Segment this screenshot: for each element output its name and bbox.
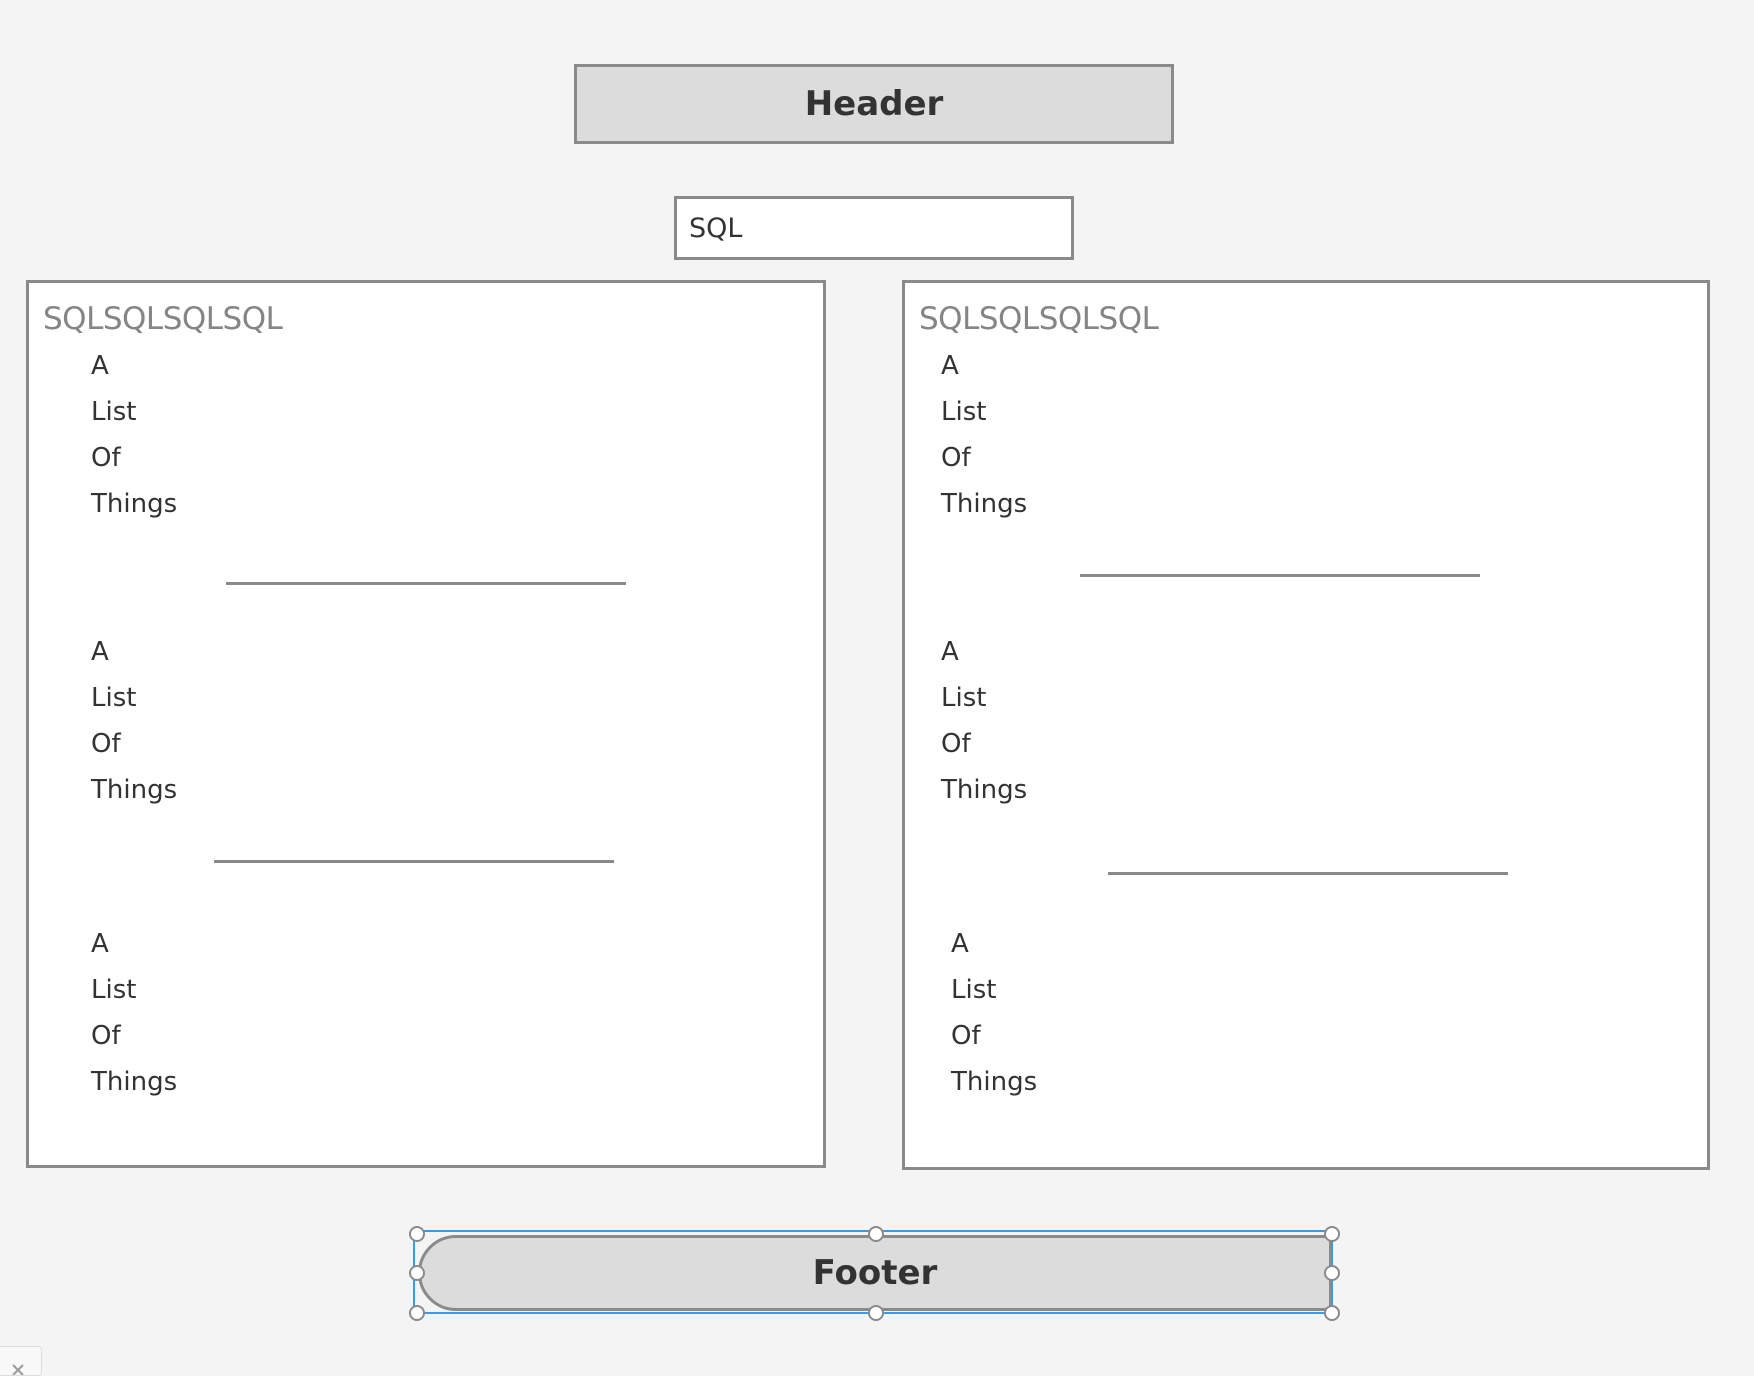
- list-group: A List Of Things: [941, 629, 1027, 813]
- list-panel-left: SQLSQLSQLSQL A List Of Things A List Of …: [26, 280, 826, 1168]
- resize-handle-top[interactable]: [868, 1226, 884, 1242]
- resize-handle-right[interactable]: [1324, 1265, 1340, 1281]
- list-item: Of: [91, 1021, 121, 1051]
- resize-handle-top-left[interactable]: [409, 1226, 425, 1242]
- list-group: A List Of Things: [91, 343, 177, 527]
- list-item: Of: [91, 443, 121, 473]
- list-item: A: [91, 351, 109, 381]
- divider-line: [1080, 574, 1480, 577]
- list-item: Things: [941, 489, 1028, 519]
- divider-line: [214, 860, 614, 863]
- list-item: List: [91, 397, 137, 427]
- divider-line: [1108, 872, 1508, 875]
- list-item: Things: [91, 1067, 178, 1097]
- resize-handle-top-right[interactable]: [1324, 1226, 1340, 1242]
- list-group: A List Of Things: [91, 629, 177, 813]
- list-group: A List Of Things: [91, 921, 177, 1105]
- list-item: Of: [941, 729, 971, 759]
- list-group: A List Of Things: [941, 343, 1027, 527]
- divider-line: [226, 582, 626, 585]
- list-item: Of: [941, 443, 971, 473]
- resize-handle-bottom-left[interactable]: [409, 1305, 425, 1321]
- list-panel-right: SQLSQLSQLSQL A List Of Things A List Of …: [902, 280, 1710, 1170]
- list-item: A: [941, 351, 959, 381]
- header-label: Header: [804, 84, 944, 124]
- list-item: Things: [941, 775, 1028, 805]
- sql-input[interactable]: [674, 196, 1074, 260]
- list-item: A: [951, 929, 969, 959]
- list-item: Things: [91, 775, 178, 805]
- selection-frame: [413, 1230, 1333, 1314]
- list-item: Of: [91, 729, 121, 759]
- list-item: List: [91, 683, 137, 713]
- list-item: List: [941, 397, 987, 427]
- list-item: List: [951, 975, 997, 1005]
- resize-handle-left[interactable]: [409, 1265, 425, 1281]
- panel-title: SQLSQLSQLSQL: [919, 301, 1159, 337]
- header-box[interactable]: Header: [574, 64, 1174, 144]
- list-item: A: [91, 637, 109, 667]
- list-item: List: [941, 683, 987, 713]
- list-item: List: [91, 975, 137, 1005]
- close-icon: [12, 1364, 24, 1375]
- list-item: Things: [91, 489, 178, 519]
- resize-handle-bottom-right[interactable]: [1324, 1305, 1340, 1321]
- panel-title: SQLSQLSQLSQL: [43, 301, 283, 337]
- list-item: Things: [951, 1067, 1038, 1097]
- list-item: A: [91, 929, 109, 959]
- resize-handle-bottom[interactable]: [868, 1305, 884, 1321]
- close-button[interactable]: [0, 1346, 42, 1376]
- list-group: A List Of Things: [951, 921, 1037, 1105]
- list-item: A: [941, 637, 959, 667]
- list-item: Of: [951, 1021, 981, 1051]
